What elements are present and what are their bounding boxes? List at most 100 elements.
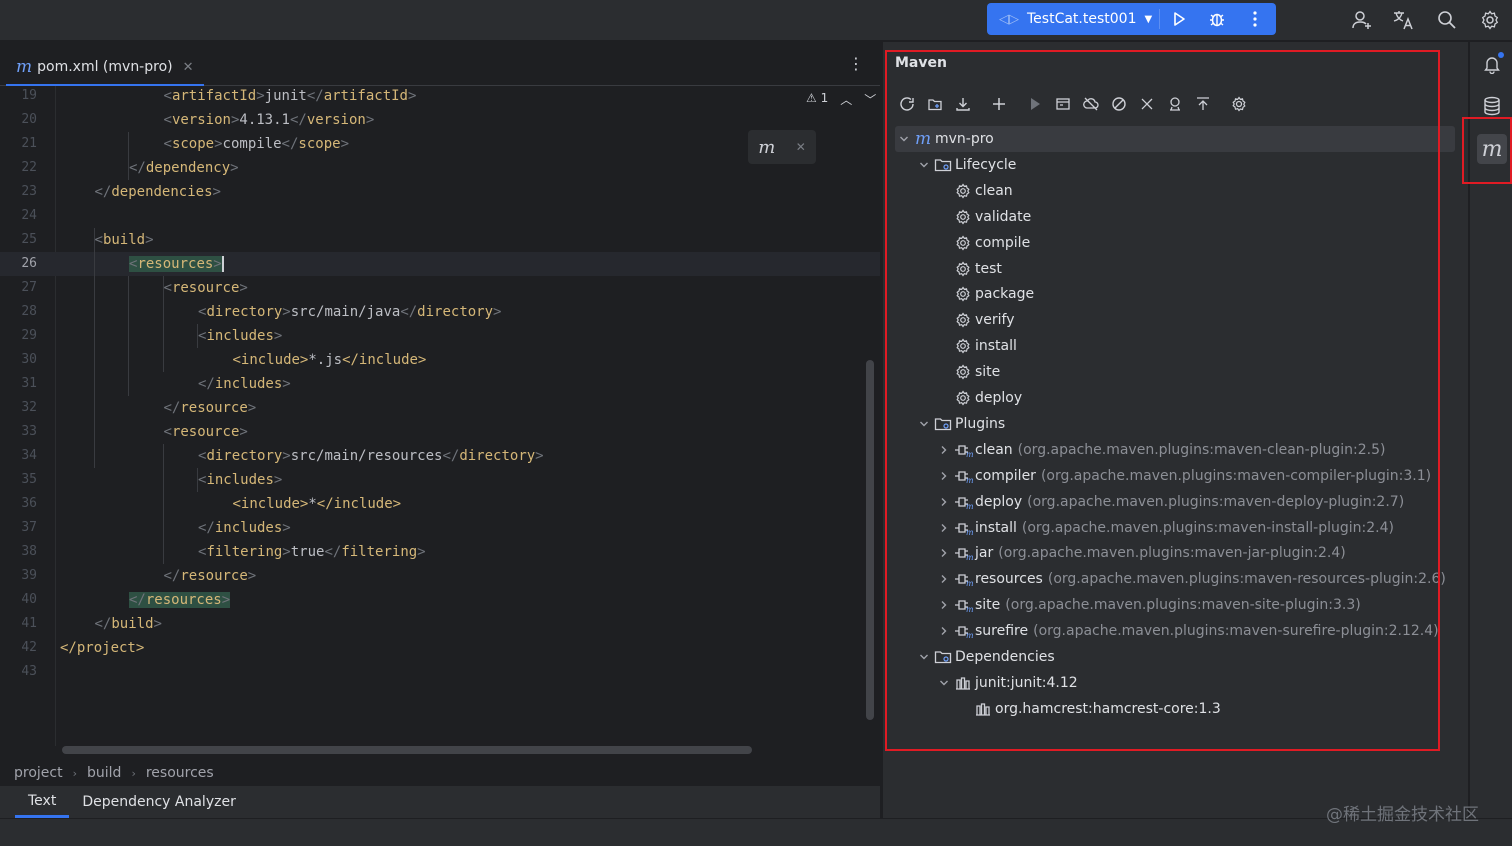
code-line[interactable]: 31 </includes> [0, 372, 880, 396]
line-number: 21 [21, 136, 37, 151]
more-vertical-icon[interactable]: ⋮ [848, 54, 864, 73]
chevron-down-icon[interactable]: ﹀ [864, 91, 876, 108]
code-token: > [282, 520, 291, 536]
line-number: 40 [21, 592, 37, 607]
vertical-scrollbar[interactable] [866, 360, 874, 720]
breadcrumb-item-resources[interactable]: resources [146, 765, 214, 781]
code-token: > [256, 88, 265, 104]
code-token: resource [180, 400, 248, 416]
editor-tab-bar: m pom.xml (mvn-pro) ✕ ⋮ [0, 42, 880, 86]
code-token: resources [145, 592, 222, 608]
code-text: <scope>compile</scope> [164, 132, 350, 156]
chevron-up-icon[interactable]: ︿ [840, 91, 852, 108]
code-token: > [282, 448, 291, 464]
horizontal-scrollbar[interactable] [62, 746, 752, 754]
code-token: < [94, 232, 103, 248]
code-line[interactable]: 27 <resource> [0, 276, 880, 300]
run-widget: ◁▷ TestCat.test001 ▼ [987, 3, 1276, 35]
code-token: includes [206, 328, 274, 344]
code-line[interactable]: 35 <includes> [0, 468, 880, 492]
code-line[interactable]: 40 </resources> [0, 588, 880, 612]
notifications-button[interactable] [1477, 49, 1507, 79]
code-line[interactable]: 30 <include>*.js</include> [0, 348, 880, 372]
line-number: 43 [21, 664, 37, 679]
breadcrumb-item-build[interactable]: build [87, 765, 121, 781]
code-token: > [239, 280, 248, 296]
code-line[interactable]: 32 </resource> [0, 396, 880, 420]
code-area[interactable]: 19 <artifactId>junit</artifactId> 20 <versi… [0, 86, 880, 746]
code-line[interactable]: 38 <filtering>true</filtering> [0, 540, 880, 564]
title-bar: ◁▷ TestCat.test001 ▼ [0, 0, 1512, 40]
close-icon[interactable]: ✕ [796, 140, 806, 154]
code-line[interactable]: 26 <resources> [0, 252, 880, 276]
code-line[interactable]: 37 </includes> [0, 516, 880, 540]
run-config-selector[interactable]: ◁▷ TestCat.test001 ▼ [987, 3, 1159, 35]
run-button[interactable] [1160, 3, 1198, 35]
code-token: resources [137, 256, 214, 272]
code-token: includes [214, 376, 283, 392]
code-text: <directory>src/main/resources</directory… [198, 444, 544, 468]
line-number: 19 [21, 88, 37, 103]
code-token: </ [198, 520, 215, 536]
watermark: @稀土掘金技术社区 [1326, 805, 1479, 825]
code-line[interactable]: 34 <directory>src/main/resources</directo… [0, 444, 880, 468]
debug-button[interactable] [1198, 3, 1236, 35]
tab-pom-xml[interactable]: m pom.xml (mvn-pro) ✕ [6, 50, 204, 86]
code-token: < [163, 424, 172, 440]
code-token: filtering [341, 544, 418, 560]
code-line[interactable]: 25 <build> [0, 228, 880, 252]
search-icon[interactable] [1435, 8, 1459, 32]
run-config-icon: ◁▷ [999, 11, 1019, 27]
code-line[interactable]: 19 <artifactId>junit</artifactId> [0, 86, 880, 108]
more-button[interactable] [1236, 3, 1274, 35]
code-token: > [247, 400, 257, 416]
line-number: 20 [21, 112, 37, 127]
breadcrumb-item-project[interactable]: project [14, 765, 63, 781]
code-token: artifactId [323, 88, 408, 104]
add-user-icon[interactable] [1350, 8, 1374, 32]
code-token: dependency [145, 160, 231, 176]
code-line[interactable]: 41 </build> [0, 612, 880, 636]
code-line[interactable]: 29 <includes> [0, 324, 880, 348]
tab-dependency-analyzer[interactable]: Dependency Analyzer [69, 786, 249, 818]
inspection-widget[interactable]: ⚠ 1 ︿ ﹀ [806, 91, 876, 108]
code-line[interactable]: 42 </project> [0, 636, 880, 660]
code-token: </project> [60, 640, 145, 656]
close-icon[interactable]: ✕ [183, 60, 194, 75]
tab-text[interactable]: Text [15, 786, 70, 818]
code-text: </build> [95, 612, 162, 636]
code-line[interactable]: 28 <directory>src/main/java</directory> [0, 300, 880, 324]
code-token: </ [198, 376, 215, 392]
code-token: scope [171, 136, 215, 152]
code-text: <artifactId>junit</artifactId> [164, 86, 417, 108]
code-token: </ [324, 544, 342, 560]
code-token: > [493, 304, 502, 320]
code-token: </ [306, 88, 324, 104]
code-token: resource [171, 424, 240, 440]
code-line[interactable]: 24 [0, 204, 880, 228]
indent-guide [163, 444, 164, 564]
translate-icon[interactable] [1392, 8, 1416, 32]
code-text: <version>4.13.1</version> [164, 108, 375, 132]
code-token: directory [206, 304, 283, 320]
code-token: build [111, 616, 154, 632]
code-line[interactable]: 36 <include>*</include> [0, 492, 880, 516]
settings-icon[interactable] [1478, 8, 1502, 32]
maven-reload-icon[interactable]: m [758, 137, 775, 158]
code-line[interactable]: 20 <version>4.13.1</version> [0, 108, 880, 132]
line-number: 38 [21, 544, 37, 559]
code-line[interactable]: 33 <resource> [0, 420, 880, 444]
code-token: > [153, 616, 162, 632]
code-token: directory [459, 448, 536, 464]
code-text: <directory>src/main/java</directory> [198, 300, 501, 324]
line-number: 37 [21, 520, 37, 535]
code-line[interactable]: 39 </resource> [0, 564, 880, 588]
code-line[interactable]: 43 [0, 660, 880, 684]
code-token: </ [289, 112, 307, 128]
line-number: 33 [21, 424, 37, 439]
more-vertical-icon [1253, 11, 1257, 27]
code-line[interactable]: 23 </dependencies> [0, 180, 880, 204]
code-token: > [230, 160, 239, 176]
code-token: > [417, 544, 426, 560]
code-token: *.js [308, 352, 343, 368]
